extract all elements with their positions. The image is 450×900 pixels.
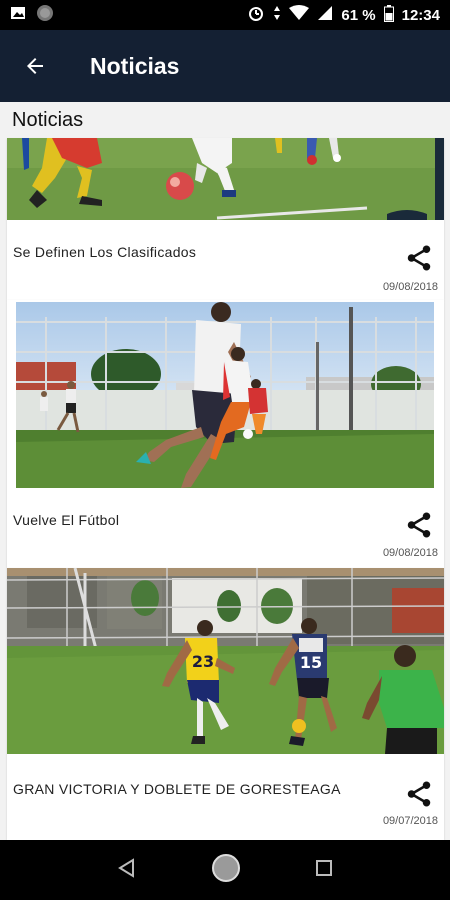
nav-back-button[interactable]: [116, 857, 138, 884]
wifi-icon: [289, 5, 310, 25]
back-arrow-icon: [27, 58, 43, 74]
alarm-icon: [247, 4, 265, 26]
battery-icon: [383, 4, 394, 26]
news-title[interactable]: Se Definen Los Clasificados: [13, 244, 196, 260]
news-card[interactable]: Vuelve El Fútbol 09/08/2018: [7, 300, 444, 568]
news-date: 09/08/2018: [382, 281, 438, 293]
clock-time: 12:34: [401, 6, 440, 24]
image-notification-icon: [10, 5, 26, 25]
news-image[interactable]: 23 15: [7, 568, 444, 754]
battery-level: 61 %: [341, 6, 376, 24]
share-icon: [407, 512, 431, 538]
share-button[interactable]: [404, 779, 434, 809]
circle-notification-icon: [36, 4, 54, 26]
system-nav-bar: [0, 840, 450, 900]
news-list[interactable]: Noticias Se Definen Los Clasificados 09/…: [0, 102, 450, 840]
share-button[interactable]: [404, 243, 434, 273]
share-icon: [407, 781, 431, 807]
section-title: Noticias: [12, 109, 84, 131]
circle-home-icon: [212, 853, 240, 882]
status-bar: 61 % 12:34: [0, 0, 450, 30]
news-card[interactable]: Se Definen Los Clasificados 09/08/2018: [7, 138, 444, 300]
share-icon: [407, 245, 431, 271]
news-title[interactable]: Vuelve El Fútbol: [13, 512, 119, 528]
news-title[interactable]: GRAN VICTORIA Y DOBLETE DE GORESTEAGA: [13, 781, 341, 797]
news-card[interactable]: 23 15 GRAN VICTORIA Y DOBLETE DE GORESTE…: [7, 568, 444, 840]
news-date: 09/08/2018: [382, 547, 438, 559]
data-arrows-icon: [273, 5, 281, 25]
triangle-back-icon: [118, 857, 134, 878]
square-recents-icon: [316, 859, 332, 876]
page-title: Noticias: [90, 52, 180, 79]
app-bar: Noticias: [0, 30, 450, 102]
nav-recents-button[interactable]: [314, 858, 334, 883]
share-button[interactable]: [404, 510, 434, 540]
news-image[interactable]: [16, 302, 434, 488]
jersey-number: 23: [192, 652, 214, 671]
news-date: 09/07/2018: [382, 815, 438, 827]
cell-signal-icon: [317, 5, 333, 25]
back-button[interactable]: [0, 30, 70, 102]
news-image[interactable]: [7, 138, 444, 220]
nav-home-button[interactable]: [210, 852, 242, 889]
jersey-number: 15: [300, 653, 322, 672]
